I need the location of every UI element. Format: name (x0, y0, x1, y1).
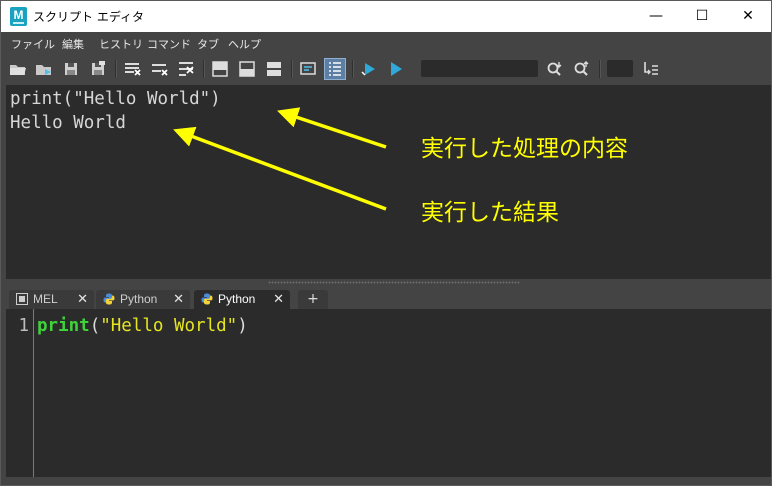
toolbar-separator (203, 60, 205, 78)
menu-edit[interactable]: 編集 (62, 36, 84, 52)
code-string: "Hello World" (100, 316, 238, 336)
output-line: print("Hello World") (10, 89, 221, 109)
tab-python-active[interactable]: Python ✕ (194, 290, 290, 309)
echo-all-commands-icon[interactable] (298, 59, 318, 79)
show-history-only-icon[interactable] (210, 59, 230, 79)
window-title: スクリプト エディタ (33, 10, 144, 24)
python-icon (201, 293, 213, 305)
splitter-grip[interactable] (268, 281, 520, 284)
show-input-only-icon[interactable] (237, 59, 257, 79)
minimize-button[interactable]: — (633, 1, 679, 32)
tab-label: Python (218, 292, 256, 306)
output-line: Hello World (10, 113, 126, 133)
menu-command[interactable]: コマンド (147, 36, 191, 52)
tab-label: MEL (33, 292, 58, 306)
tab-close-icon[interactable]: ✕ (173, 291, 184, 307)
clear-all-icon[interactable] (176, 59, 196, 79)
save-script-icon[interactable] (61, 59, 81, 79)
tab-label: Python (120, 292, 158, 306)
tab-mel[interactable]: MEL ✕ (9, 290, 94, 309)
window-bottom-border (1, 477, 771, 485)
toolbar-separator (115, 60, 117, 78)
execute-icon[interactable] (386, 59, 406, 79)
line-number: 1 (18, 316, 29, 336)
script-input-editor[interactable]: 1 print("Hello World") (6, 309, 771, 477)
search-previous-icon[interactable] (572, 59, 592, 79)
line-numbers-icon[interactable] (324, 58, 346, 80)
toolbar-separator (291, 60, 293, 78)
menu-bar: ファイル 編集 ヒストリ コマンド タブ ヘルプ (1, 33, 771, 53)
clear-input-icon[interactable] (149, 59, 169, 79)
save-script-to-shelf-icon[interactable] (88, 59, 108, 79)
maya-app-icon: M (10, 7, 27, 26)
tab-close-icon[interactable]: ✕ (77, 291, 88, 307)
goto-line-icon[interactable] (641, 59, 661, 79)
menu-tab[interactable]: タブ (197, 36, 219, 52)
tab-close-icon[interactable]: ✕ (273, 291, 284, 307)
history-output-pane[interactable]: print("Hello World") Hello World 実行した処理の… (6, 85, 771, 279)
goto-line-input[interactable] (607, 60, 633, 77)
source-script-icon[interactable] (34, 59, 54, 79)
code-line[interactable]: print("Hello World") (37, 316, 248, 336)
toolbar-separator (599, 60, 601, 78)
line-number-gutter: 1 (6, 309, 34, 477)
process-annotation-label: 実行した処理の内容 (421, 136, 628, 162)
python-icon (103, 293, 115, 305)
search-next-icon[interactable] (545, 59, 565, 79)
close-button[interactable]: ✕ (725, 1, 771, 32)
toolbar-separator (352, 60, 354, 78)
result-annotation-label: 実行した結果 (421, 200, 559, 226)
script-editor-window: M スクリプト エディタ — ☐ ✕ ファイル 編集 ヒストリ コマンド タブ … (0, 0, 772, 486)
open-script-icon[interactable] (8, 59, 28, 79)
menu-help[interactable]: ヘルプ (228, 36, 261, 52)
menu-file[interactable]: ファイル (11, 36, 55, 52)
show-both-icon[interactable] (264, 59, 284, 79)
toolbar (1, 54, 771, 84)
tab-bar: MEL ✕ Python ✕ Python ✕ + (6, 288, 771, 309)
code-keyword: print (37, 316, 90, 336)
code-paren-close: ) (237, 316, 248, 336)
menu-history[interactable]: ヒストリ (99, 36, 143, 52)
clear-history-icon[interactable] (122, 59, 142, 79)
search-input[interactable] (421, 60, 538, 77)
title-bar[interactable]: M スクリプト エディタ — ☐ ✕ (1, 1, 771, 32)
pane-splitter[interactable] (6, 279, 771, 287)
add-tab-button[interactable]: + (298, 290, 328, 309)
code-paren-open: ( (89, 316, 101, 336)
execute-all-icon[interactable] (359, 59, 379, 79)
tab-python[interactable]: Python ✕ (96, 290, 190, 309)
mel-icon (16, 293, 28, 305)
maximize-button[interactable]: ☐ (679, 1, 725, 32)
